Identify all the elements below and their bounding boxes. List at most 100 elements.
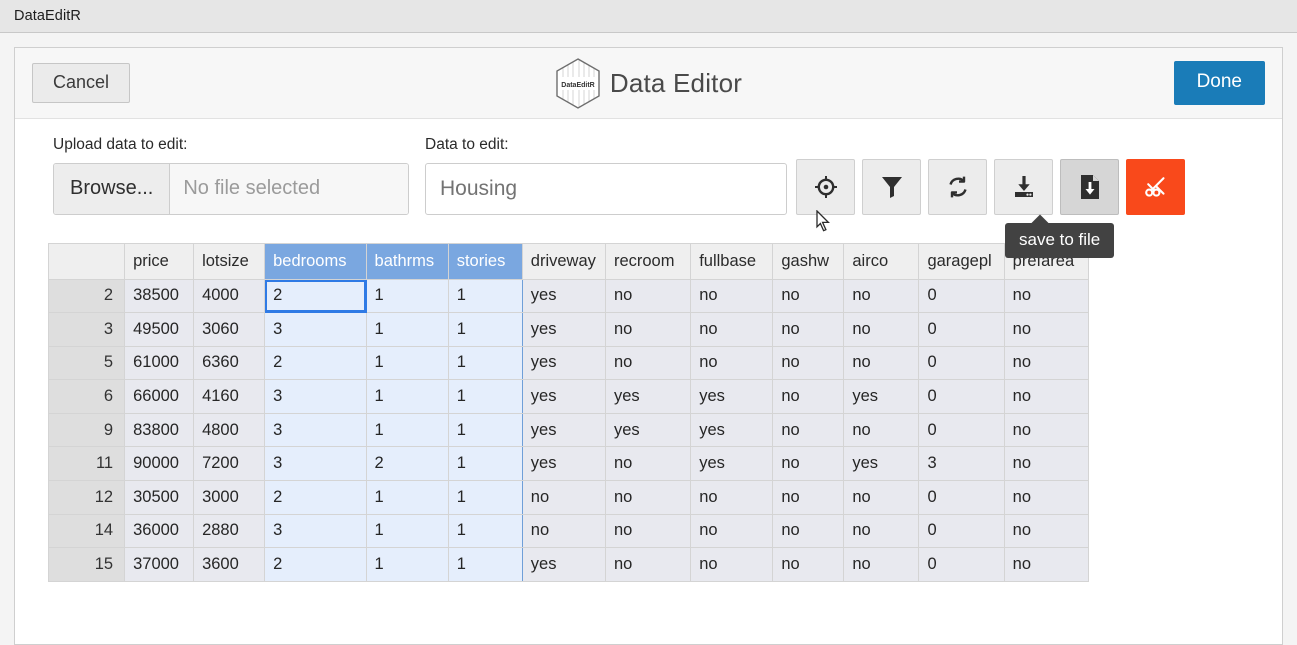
cancel-button[interactable]: Cancel — [32, 62, 131, 104]
cut-icon-button[interactable] — [1126, 158, 1185, 215]
column-header-lotsize[interactable]: lotsize — [193, 242, 266, 280]
cell-prefarea[interactable]: no — [1003, 412, 1089, 448]
column-header-bedrooms[interactable]: bedrooms — [264, 242, 367, 280]
cell-price[interactable]: 30500 — [124, 480, 195, 515]
cell-fullbase[interactable]: yes — [690, 412, 774, 448]
column-header-recroom[interactable]: recroom — [604, 242, 692, 280]
cell-bedrooms[interactable]: 3 — [264, 312, 367, 347]
cell-driveway[interactable]: yes — [521, 312, 606, 347]
cell-bedrooms[interactable]: 2 — [264, 278, 367, 314]
cell-bathrms[interactable]: 1 — [365, 412, 449, 448]
select-icon-button[interactable] — [796, 158, 855, 215]
cell-driveway[interactable]: yes — [521, 345, 606, 381]
cell-fullbase[interactable]: no — [690, 312, 774, 347]
cell-recroom[interactable]: no — [604, 446, 692, 482]
cell-bathrms[interactable]: 1 — [365, 480, 449, 515]
cell-garagepl[interactable]: 0 — [918, 480, 1005, 515]
filter-icon-button[interactable] — [862, 158, 921, 215]
column-header-driveway[interactable]: driveway — [521, 242, 606, 280]
cell-fullbase[interactable]: yes — [690, 379, 774, 414]
cell-gashw[interactable]: no — [772, 345, 845, 381]
cell-lotsize[interactable]: 2880 — [193, 513, 266, 549]
cell-recroom[interactable]: no — [604, 278, 692, 314]
cell-gashw[interactable]: no — [772, 412, 845, 448]
cell-stories[interactable]: 1 — [447, 345, 523, 381]
cell-lotsize[interactable]: 6360 — [193, 345, 266, 381]
cell-bathrms[interactable]: 1 — [365, 547, 449, 582]
cell-fullbase[interactable]: no — [690, 547, 774, 582]
cell-price[interactable]: 37000 — [124, 547, 195, 582]
cell-gashw[interactable]: no — [772, 379, 845, 414]
sync-icon-button[interactable] — [928, 158, 987, 215]
cell-lotsize[interactable]: 3000 — [193, 480, 266, 515]
cell-stories[interactable]: 1 — [447, 480, 523, 515]
cell-bathrms[interactable]: 1 — [365, 379, 449, 414]
row-index-cell[interactable]: 5 — [48, 345, 126, 381]
row-index-cell[interactable]: 11 — [48, 446, 126, 482]
cell-bathrms[interactable]: 2 — [365, 446, 449, 482]
cell-gashw[interactable]: no — [772, 278, 845, 314]
row-index-cell[interactable]: 9 — [48, 412, 126, 448]
cell-airco[interactable]: no — [843, 345, 920, 381]
cell-airco[interactable]: no — [843, 547, 920, 582]
cell-price[interactable]: 66000 — [124, 379, 195, 414]
cell-prefarea[interactable]: no — [1003, 312, 1089, 347]
cell-driveway[interactable]: yes — [521, 412, 606, 448]
cell-bathrms[interactable]: 1 — [365, 278, 449, 314]
browse-button[interactable]: Browse... — [54, 163, 171, 214]
cell-price[interactable]: 38500 — [124, 278, 195, 314]
cell-bedrooms[interactable]: 2 — [264, 547, 367, 582]
cell-fullbase[interactable]: no — [690, 480, 774, 515]
cell-bedrooms[interactable]: 3 — [264, 446, 367, 482]
cell-lotsize[interactable]: 3600 — [193, 547, 266, 582]
row-index-cell[interactable]: 3 — [48, 312, 126, 347]
column-header-garagepl[interactable]: garagepl — [918, 242, 1005, 280]
cell-recroom[interactable]: no — [604, 513, 692, 549]
done-button[interactable]: Done — [1173, 61, 1265, 105]
file-input[interactable]: Browse... No file selected — [53, 162, 409, 215]
cell-driveway[interactable]: yes — [521, 278, 606, 314]
cell-garagepl[interactable]: 0 — [918, 513, 1005, 549]
cell-garagepl[interactable]: 0 — [918, 379, 1005, 414]
cell-airco[interactable]: no — [843, 278, 920, 314]
cell-prefarea[interactable]: no — [1003, 446, 1089, 482]
cell-gashw[interactable]: no — [772, 446, 845, 482]
cell-stories[interactable]: 1 — [447, 379, 523, 414]
cell-lotsize[interactable]: 4800 — [193, 412, 266, 448]
cell-recroom[interactable]: no — [604, 480, 692, 515]
cell-gashw[interactable]: no — [772, 547, 845, 582]
download-icon-button[interactable] — [994, 158, 1053, 215]
cell-fullbase[interactable]: no — [690, 345, 774, 381]
cell-recroom[interactable]: yes — [604, 412, 692, 448]
row-index-cell[interactable]: 6 — [48, 379, 126, 414]
cell-lotsize[interactable]: 3060 — [193, 312, 266, 347]
cell-driveway[interactable]: yes — [521, 547, 606, 582]
column-header-fullbase[interactable]: fullbase — [690, 242, 774, 280]
column-header-gashw[interactable]: gashw — [772, 242, 845, 280]
cell-recroom[interactable]: no — [604, 547, 692, 582]
cell-recroom[interactable]: no — [604, 312, 692, 347]
cell-price[interactable]: 49500 — [124, 312, 195, 347]
cell-lotsize[interactable]: 4000 — [193, 278, 266, 314]
cell-bathrms[interactable]: 1 — [365, 345, 449, 381]
cell-garagepl[interactable]: 0 — [918, 412, 1005, 448]
save-to-file-icon-button[interactable] — [1060, 158, 1119, 215]
cell-lotsize[interactable]: 7200 — [193, 446, 266, 482]
cell-bedrooms[interactable]: 3 — [264, 513, 367, 549]
cell-prefarea[interactable]: no — [1003, 345, 1089, 381]
cell-driveway[interactable]: no — [521, 480, 606, 515]
cell-driveway[interactable]: yes — [521, 446, 606, 482]
cell-garagepl[interactable]: 0 — [918, 345, 1005, 381]
cell-bedrooms[interactable]: 3 — [264, 379, 367, 414]
cell-gashw[interactable]: no — [772, 513, 845, 549]
cell-prefarea[interactable]: no — [1003, 547, 1089, 582]
data-table-container[interactable]: price lotsize bedrooms bathrms stories drivew… — [48, 242, 1089, 582]
cell-prefarea[interactable]: no — [1003, 513, 1089, 549]
data-to-edit-input[interactable] — [425, 162, 787, 215]
cell-airco[interactable]: yes — [843, 379, 920, 414]
cell-price[interactable]: 36000 — [124, 513, 195, 549]
cell-stories[interactable]: 1 — [447, 446, 523, 482]
cell-prefarea[interactable]: no — [1003, 379, 1089, 414]
cell-price[interactable]: 90000 — [124, 446, 195, 482]
cell-airco[interactable]: yes — [843, 446, 920, 482]
